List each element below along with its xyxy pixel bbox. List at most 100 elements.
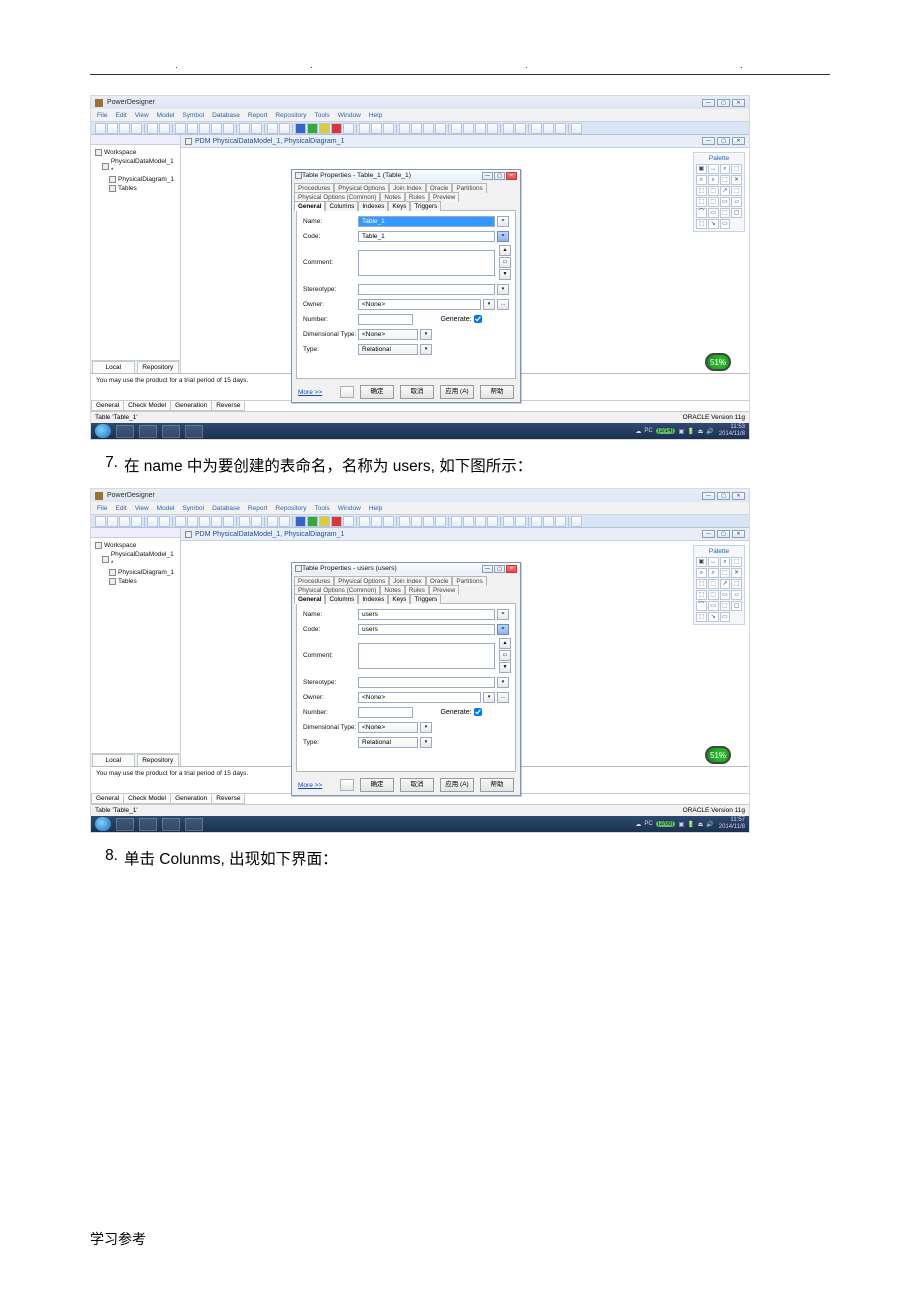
tab-indexes[interactable]: Indexes <box>358 594 388 604</box>
workspace-tree[interactable]: Workspace PhysicalDataModel_1 * Physical… <box>91 145 180 360</box>
menu-item[interactable]: Repository <box>275 112 306 119</box>
tool-button[interactable] <box>223 516 234 527</box>
menu-item[interactable]: Edit <box>115 505 126 512</box>
code-sync-button[interactable]: = <box>497 231 509 242</box>
palette-tool[interactable]: ✕ <box>731 175 742 185</box>
menu-item[interactable]: Database <box>212 505 240 512</box>
tool-button[interactable] <box>211 123 222 134</box>
tool-button[interactable] <box>331 123 342 134</box>
menu-item[interactable]: View <box>135 505 149 512</box>
tool-button[interactable] <box>175 123 186 134</box>
toolbar-icon-button[interactable] <box>340 386 354 398</box>
palette-tool[interactable]: ↘ <box>708 219 719 229</box>
palette-tool[interactable]: ▣ <box>696 557 707 567</box>
tool-button[interactable] <box>279 123 290 134</box>
palette-tool[interactable]: ▭ <box>720 590 731 600</box>
palette-tool[interactable]: ⬚ <box>708 590 719 600</box>
tool-button[interactable] <box>503 123 514 134</box>
tool-button[interactable] <box>399 516 410 527</box>
tool-button[interactable] <box>159 123 170 134</box>
min-button[interactable]: — <box>702 99 715 107</box>
tool-button[interactable] <box>383 123 394 134</box>
palette-tool[interactable]: ⌕ <box>720 557 731 567</box>
tool-button[interactable] <box>251 516 262 527</box>
tool-button[interactable] <box>555 516 566 527</box>
tool-button[interactable] <box>199 123 210 134</box>
scroll-down-button[interactable]: ▼ <box>499 269 511 280</box>
palette-tool[interactable]: ⌕ <box>708 568 719 578</box>
tool-button[interactable] <box>175 516 186 527</box>
tool-button[interactable] <box>531 123 542 134</box>
palette-tool[interactable]: ▱ <box>731 197 742 207</box>
sub-close-button[interactable]: ✕ <box>732 530 745 538</box>
tool-button[interactable] <box>531 516 542 527</box>
tool-button[interactable] <box>371 516 382 527</box>
task-button[interactable] <box>139 818 157 831</box>
tool-button[interactable] <box>279 516 290 527</box>
tool-button[interactable] <box>223 123 234 134</box>
palette-tool[interactable]: ↔ <box>708 164 719 174</box>
menu-item[interactable]: Model <box>157 112 175 119</box>
tool-button[interactable] <box>359 516 370 527</box>
palette-tool[interactable]: ⌕ <box>696 568 707 578</box>
palette-tool[interactable]: ⬚ <box>720 208 731 218</box>
code-input[interactable]: users <box>358 624 495 635</box>
palette-tool[interactable]: ⬚ <box>720 568 731 578</box>
dimtype-select[interactable]: <None> <box>358 722 418 733</box>
dialog-close-button[interactable]: ✕ <box>506 172 517 180</box>
msg-tab-checkmodel[interactable]: Check Model <box>123 794 171 804</box>
tool-button[interactable] <box>131 516 142 527</box>
apply-button[interactable]: 应用 (A) <box>440 778 474 792</box>
tool-button[interactable] <box>187 123 198 134</box>
palette-tool[interactable]: ⌕ <box>708 175 719 185</box>
tool-button[interactable] <box>451 123 462 134</box>
tool-button[interactable] <box>475 516 486 527</box>
tab-columns[interactable]: Columns <box>325 594 358 604</box>
palette-tool[interactable]: ⬚ <box>731 579 742 589</box>
tool-button[interactable] <box>239 516 250 527</box>
dialog-max-button[interactable]: ▢ <box>494 565 505 573</box>
task-button[interactable] <box>185 818 203 831</box>
task-button[interactable] <box>162 425 180 438</box>
tool-button[interactable] <box>119 123 130 134</box>
menu-item[interactable]: Report <box>248 505 268 512</box>
tool-button[interactable] <box>343 516 354 527</box>
toolbar-icon-button[interactable] <box>340 779 354 791</box>
workspace-tree[interactable]: Workspace PhysicalDataModel_1 * Physical… <box>91 538 180 753</box>
tool-button[interactable] <box>487 123 498 134</box>
name-lock-button[interactable]: = <box>497 216 509 227</box>
palette-tool[interactable]: ⬚ <box>720 601 731 611</box>
menu-item[interactable]: File <box>97 505 107 512</box>
palette-tool[interactable]: ↔ <box>708 557 719 567</box>
edit-button[interactable]: ▭ <box>499 257 511 268</box>
dimtype-select[interactable]: <None> <box>358 329 418 340</box>
palette-tool[interactable]: ⬚ <box>696 219 707 229</box>
tool-button[interactable] <box>571 516 582 527</box>
palette-tool[interactable]: ↗ <box>720 186 731 196</box>
owner-dropdown-button[interactable]: ▾ <box>483 692 495 703</box>
menu-item[interactable]: Window <box>338 505 361 512</box>
name-input[interactable]: users <box>358 609 495 620</box>
help-button[interactable]: 帮助 <box>480 385 514 399</box>
close-button[interactable]: ✕ <box>732 492 745 500</box>
msg-tab-generation[interactable]: Generation <box>170 794 212 804</box>
tool-button[interactable] <box>307 123 318 134</box>
dimtype-dropdown-button[interactable]: ▾ <box>420 722 432 733</box>
tool-button[interactable] <box>515 516 526 527</box>
palette-tool[interactable]: ⬚ <box>720 175 731 185</box>
tool-button[interactable] <box>451 516 462 527</box>
tool-button[interactable] <box>411 516 422 527</box>
owner-dropdown-button[interactable]: ▾ <box>483 299 495 310</box>
palette-tool[interactable]: ↗ <box>720 579 731 589</box>
scroll-up-button[interactable]: ▲ <box>499 245 511 256</box>
stereotype-input[interactable] <box>358 284 495 295</box>
type-dropdown-button[interactable]: ▾ <box>420 737 432 748</box>
ok-button[interactable]: 确定 <box>360 778 394 792</box>
menu-item[interactable]: View <box>135 112 149 119</box>
tool-button[interactable] <box>239 123 250 134</box>
tool-button[interactable] <box>487 516 498 527</box>
tab-triggers[interactable]: Triggers <box>410 201 441 211</box>
palette-tool[interactable]: ⬚ <box>696 579 707 589</box>
name-lock-button[interactable]: = <box>497 609 509 620</box>
tab-triggers[interactable]: Triggers <box>410 594 441 604</box>
